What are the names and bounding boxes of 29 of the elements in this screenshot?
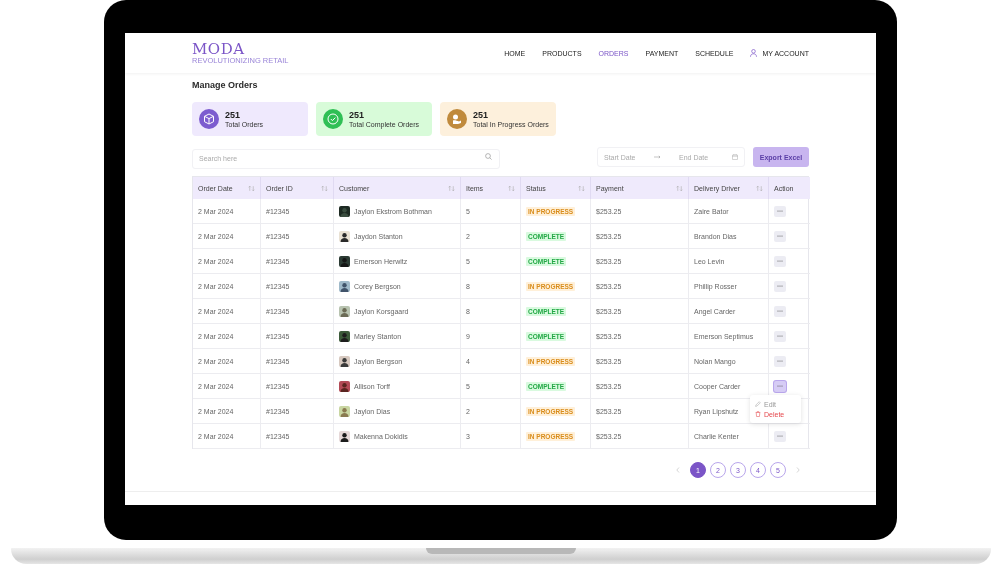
logo[interactable]: MODA xyxy=(192,42,245,57)
search-icon[interactable] xyxy=(485,153,492,160)
more-button[interactable] xyxy=(774,380,786,392)
sort-icon[interactable] xyxy=(248,184,255,192)
user-icon[interactable] xyxy=(750,49,758,57)
stat-value: 251 xyxy=(225,109,242,120)
more-button[interactable] xyxy=(774,230,786,242)
more-button[interactable] xyxy=(774,205,786,217)
pencil-icon xyxy=(755,401,761,407)
sort-icon[interactable] xyxy=(321,184,328,192)
check-icon xyxy=(323,109,343,129)
more-button[interactable] xyxy=(774,305,786,317)
stat-value: 251 xyxy=(349,109,366,120)
more-button[interactable] xyxy=(774,330,786,342)
sort-icon[interactable] xyxy=(508,184,515,192)
stat-value: 251 xyxy=(473,109,490,120)
more-button[interactable] xyxy=(774,280,786,292)
sort-icon[interactable] xyxy=(448,184,455,192)
calendar-icon[interactable] xyxy=(732,154,738,160)
sort-icon[interactable] xyxy=(578,184,585,192)
box-icon xyxy=(199,109,219,129)
sort-icon[interactable] xyxy=(756,184,763,192)
coin-icon xyxy=(447,109,467,129)
more-button[interactable] xyxy=(774,430,786,442)
more-button[interactable] xyxy=(774,255,786,267)
trash-icon xyxy=(755,411,761,417)
page-title: Manage Orders xyxy=(192,80,259,91)
more-button[interactable] xyxy=(774,355,786,367)
sort-icon[interactable] xyxy=(676,184,683,192)
